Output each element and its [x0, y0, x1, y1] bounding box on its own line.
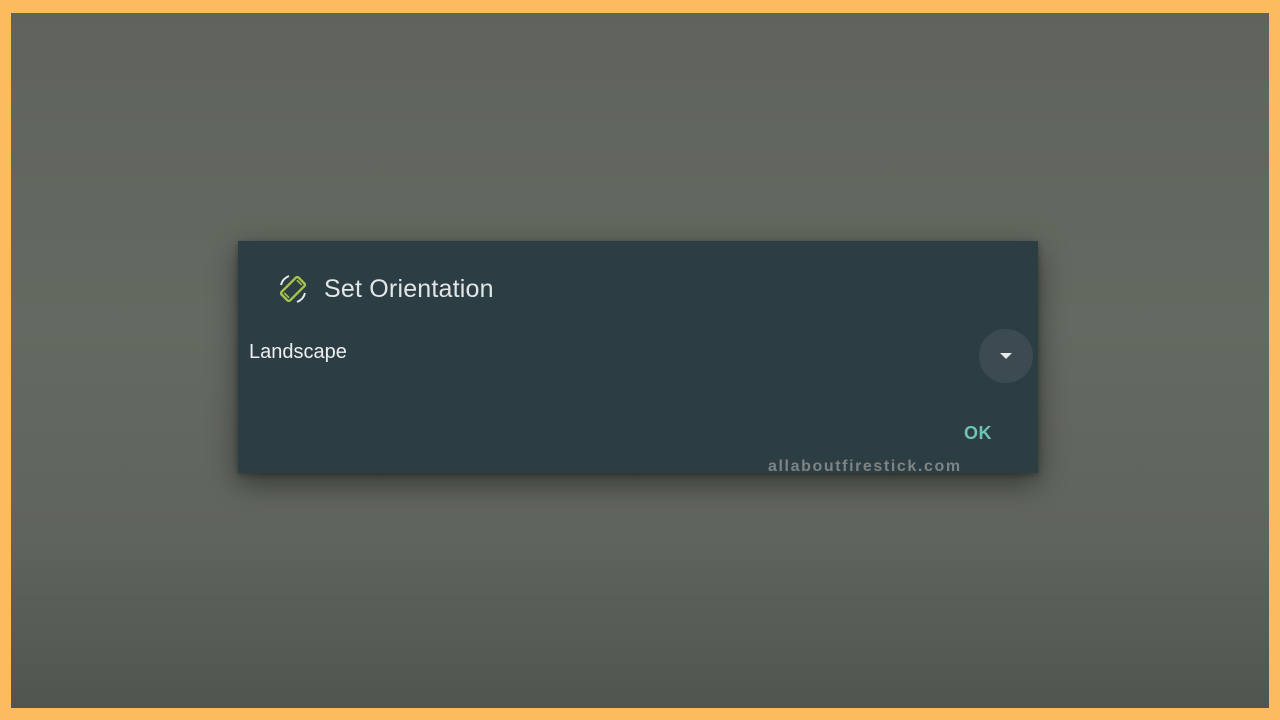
- dialog-header: Set Orientation: [276, 271, 494, 307]
- dialog-title: Set Orientation: [324, 274, 494, 303]
- tv-screen-background: Set Orientation Landscape OK allaboutfir…: [11, 13, 1269, 708]
- ok-button[interactable]: OK: [964, 423, 992, 444]
- set-orientation-dialog: Set Orientation Landscape OK: [238, 241, 1038, 473]
- screenshot-frame: Set Orientation Landscape OK allaboutfir…: [0, 0, 1280, 720]
- orientation-selected-value: Landscape: [249, 341, 347, 363]
- watermark: allaboutfirestick.com: [768, 458, 962, 475]
- screen-rotation-icon: [276, 272, 310, 306]
- chevron-down-icon: [1000, 353, 1012, 359]
- orientation-select[interactable]: Landscape: [249, 329, 1033, 383]
- dropdown-button[interactable]: [979, 329, 1033, 383]
